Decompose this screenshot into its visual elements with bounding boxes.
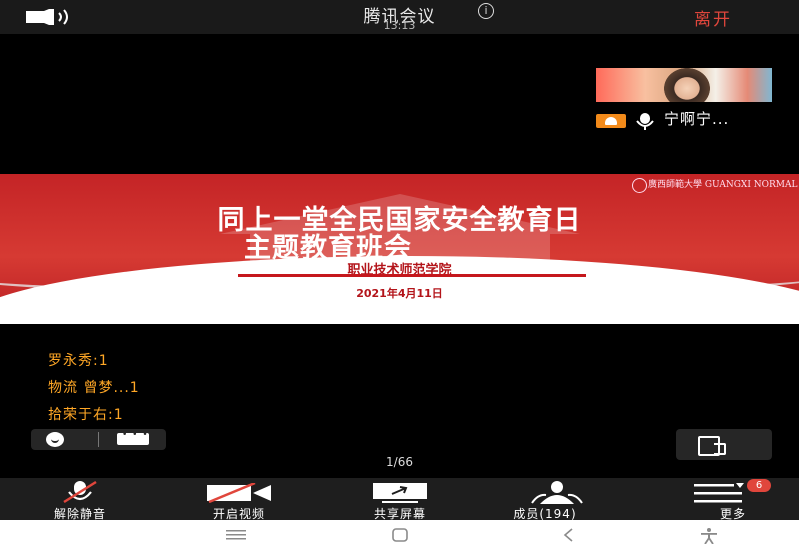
shared-slide: 廣西師範大學 GUANGXI NORMAL UNIVERSITY 同上一堂全民国…: [0, 174, 799, 324]
home-nav-icon[interactable]: [390, 528, 410, 542]
menu-nav-icon[interactable]: [226, 528, 246, 542]
keyboard-icon[interactable]: [117, 430, 149, 445]
chat-bar-divider: [98, 432, 99, 447]
university-emblem-icon: [632, 178, 647, 193]
mic-muted-icon[interactable]: [58, 480, 102, 504]
chat-message: 拾荣于右:1: [48, 407, 124, 423]
chat-message: 物流 曾梦...1: [48, 380, 140, 396]
participant-avatar: [664, 68, 710, 102]
mic-icon: [636, 113, 654, 130]
members-icon[interactable]: [526, 480, 588, 504]
notification-badge: 6: [747, 479, 771, 492]
share-screen-icon[interactable]: [372, 482, 428, 504]
info-icon[interactable]: i: [478, 3, 494, 19]
leave-button[interactable]: 离开: [694, 5, 732, 30]
page-indicator: 1/66: [386, 455, 413, 469]
university-logo: 廣西師範大學 GUANGXI NORMAL UNIVERSITY: [648, 180, 799, 190]
accessibility-nav-icon[interactable]: [700, 528, 718, 544]
slide-date: 2021年4月11日: [356, 287, 443, 300]
video-off-icon[interactable]: [205, 483, 273, 503]
emoji-icon[interactable]: [46, 432, 64, 447]
slide-divider: [238, 274, 586, 277]
chat-message: 罗永秀:1: [48, 353, 109, 369]
participant-name: 宁啊宁...: [664, 110, 730, 128]
host-icon: [596, 114, 626, 128]
more-menu-icon[interactable]: [694, 482, 746, 504]
back-nav-icon[interactable]: [562, 528, 576, 542]
meeting-time: 13:13: [383, 19, 416, 32]
